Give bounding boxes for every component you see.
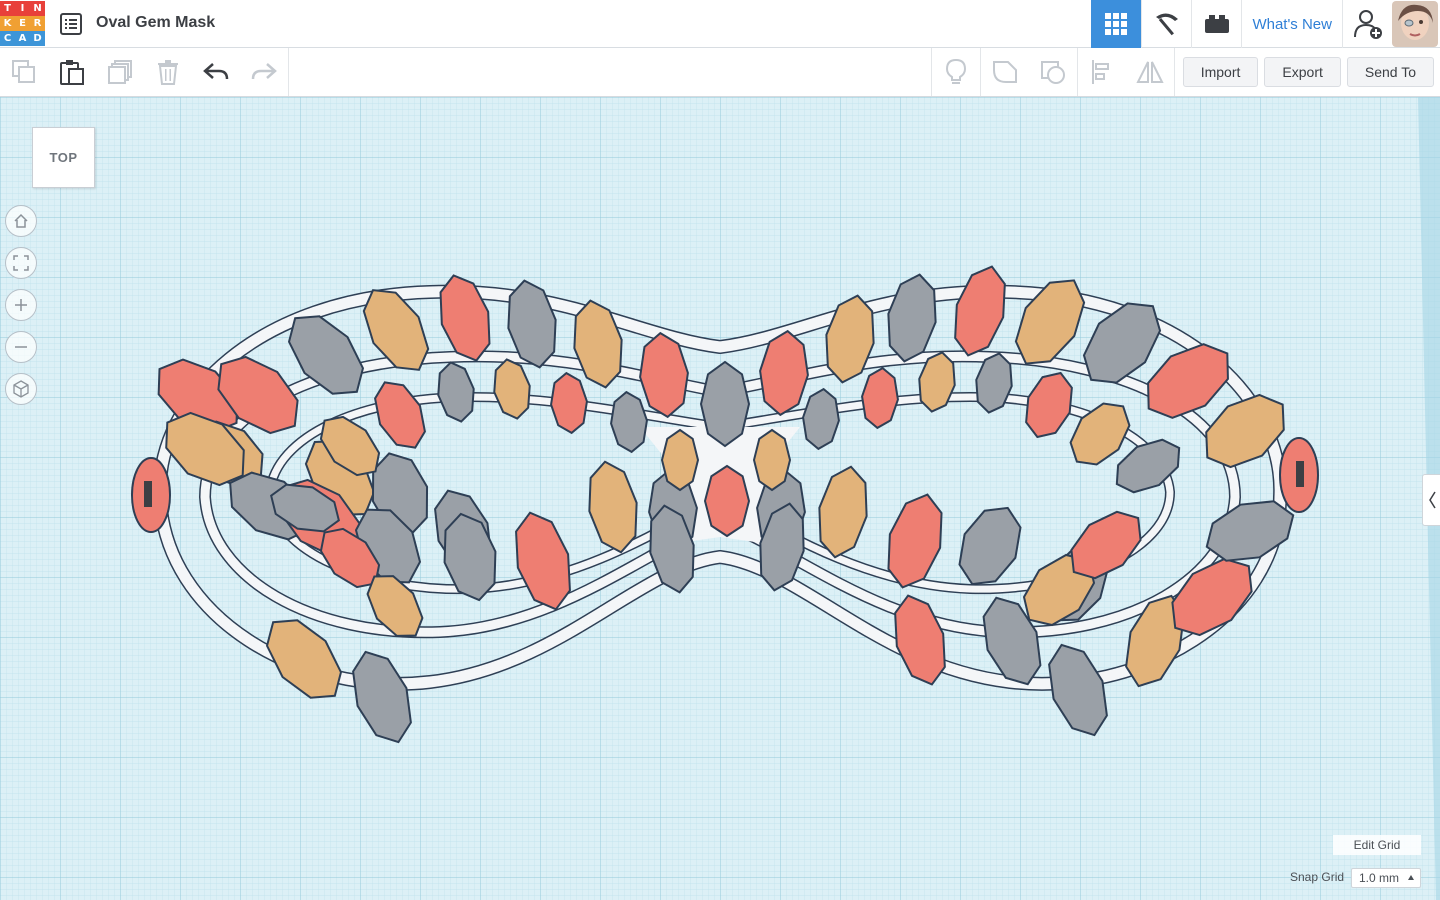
- copy-icon: [12, 60, 35, 83]
- home-view-button[interactable]: [5, 205, 37, 237]
- view-cube[interactable]: TOP: [32, 127, 95, 188]
- workplane[interactable]: TOP: [0, 97, 1440, 900]
- gem-shape[interactable]: [660, 428, 700, 492]
- zoom-out-button[interactable]: [5, 331, 37, 363]
- fit-view-icon: [13, 255, 29, 271]
- zoom-in-button[interactable]: [5, 289, 37, 321]
- pickaxe-icon: [1155, 13, 1178, 36]
- view-cube-label: TOP: [49, 150, 78, 165]
- logo-letter: K: [0, 16, 15, 31]
- design-list-icon[interactable]: [59, 12, 83, 36]
- undo-icon: [203, 63, 229, 80]
- snap-grid-value: 1.0 mm: [1359, 871, 1400, 885]
- shapes-panel-toggle[interactable]: [1422, 474, 1440, 526]
- toolbar-divider: [288, 48, 289, 96]
- ortho-icon: [13, 380, 29, 398]
- toolbar-divider: [1173, 48, 1175, 96]
- ortho-view-button[interactable]: [5, 373, 37, 405]
- top-bar: T I N K E R C A D Oval Gem Mask What's N…: [0, 0, 1440, 48]
- align-icon: [1091, 60, 1109, 84]
- import-button[interactable]: Import: [1182, 57, 1259, 87]
- lightbulb-icon: [945, 58, 966, 84]
- paste-button[interactable]: [48, 48, 96, 96]
- export-button[interactable]: Export: [1264, 57, 1341, 87]
- duplicate-icon: [108, 60, 132, 84]
- whats-new-link[interactable]: What's New: [1241, 0, 1342, 48]
- logo-letter: D: [30, 31, 45, 46]
- gem-shape[interactable]: [752, 428, 792, 492]
- send-to-button[interactable]: Send To: [1346, 57, 1434, 87]
- invite-user-button[interactable]: [1342, 0, 1392, 48]
- logo-letter: E: [15, 16, 30, 31]
- group-button[interactable]: [981, 48, 1029, 96]
- bricks-view-button[interactable]: [1191, 0, 1241, 48]
- caret-up-icon: [1408, 875, 1414, 880]
- undo-button[interactable]: [192, 48, 240, 96]
- logo-letter: C: [0, 31, 15, 46]
- snap-grid-label: Snap Grid: [1290, 870, 1345, 884]
- redo-icon: [251, 63, 277, 80]
- logo-letter: A: [15, 31, 30, 46]
- zoom-out-icon: [15, 346, 27, 348]
- avatar[interactable]: [1392, 1, 1438, 47]
- logo-letter: R: [30, 16, 45, 31]
- paste-icon: [60, 60, 84, 85]
- align-button[interactable]: [1078, 48, 1126, 96]
- ungroup-button[interactable]: [1029, 48, 1077, 96]
- duplicate-button[interactable]: [96, 48, 144, 96]
- top-right-controls: What's New: [1091, 0, 1440, 48]
- snap-grid-select[interactable]: 1.0 mm: [1351, 868, 1421, 888]
- ungroup-icon: [1040, 61, 1065, 84]
- fit-view-button[interactable]: [5, 247, 37, 279]
- delete-icon: [158, 60, 178, 85]
- mirror-button[interactable]: [1126, 48, 1174, 96]
- zoom-in-icon: [15, 299, 27, 311]
- 3d-view-button[interactable]: [1091, 0, 1142, 48]
- home-icon: [14, 213, 28, 228]
- tinkercad-logo[interactable]: T I N K E R C A D: [0, 1, 46, 47]
- design-title[interactable]: Oval Gem Mask: [96, 14, 215, 32]
- strap-slot-right[interactable]: [1279, 437, 1319, 513]
- group-icon: [992, 61, 1017, 83]
- strap-slot-left[interactable]: [131, 457, 171, 533]
- gem-shape[interactable]: [699, 360, 751, 448]
- logo-letter: N: [30, 1, 45, 16]
- gem-shape[interactable]: [703, 464, 751, 538]
- chevron-left-icon: [1428, 491, 1436, 509]
- blocks-view-button[interactable]: [1141, 0, 1191, 48]
- logo-letter: I: [15, 1, 30, 16]
- add-user-icon: [1353, 10, 1382, 39]
- edit-grid-button[interactable]: Edit Grid: [1333, 835, 1421, 855]
- note-button[interactable]: [932, 48, 980, 96]
- logo-letter: T: [0, 1, 15, 16]
- grid-view-icon: [1105, 13, 1128, 35]
- copy-button[interactable]: [0, 48, 48, 96]
- mirror-icon: [1136, 61, 1164, 83]
- brick-icon: [1204, 15, 1229, 33]
- delete-button[interactable]: [144, 48, 192, 96]
- edit-toolbar: Import Export Send To: [0, 48, 1440, 97]
- redo-button[interactable]: [240, 48, 288, 96]
